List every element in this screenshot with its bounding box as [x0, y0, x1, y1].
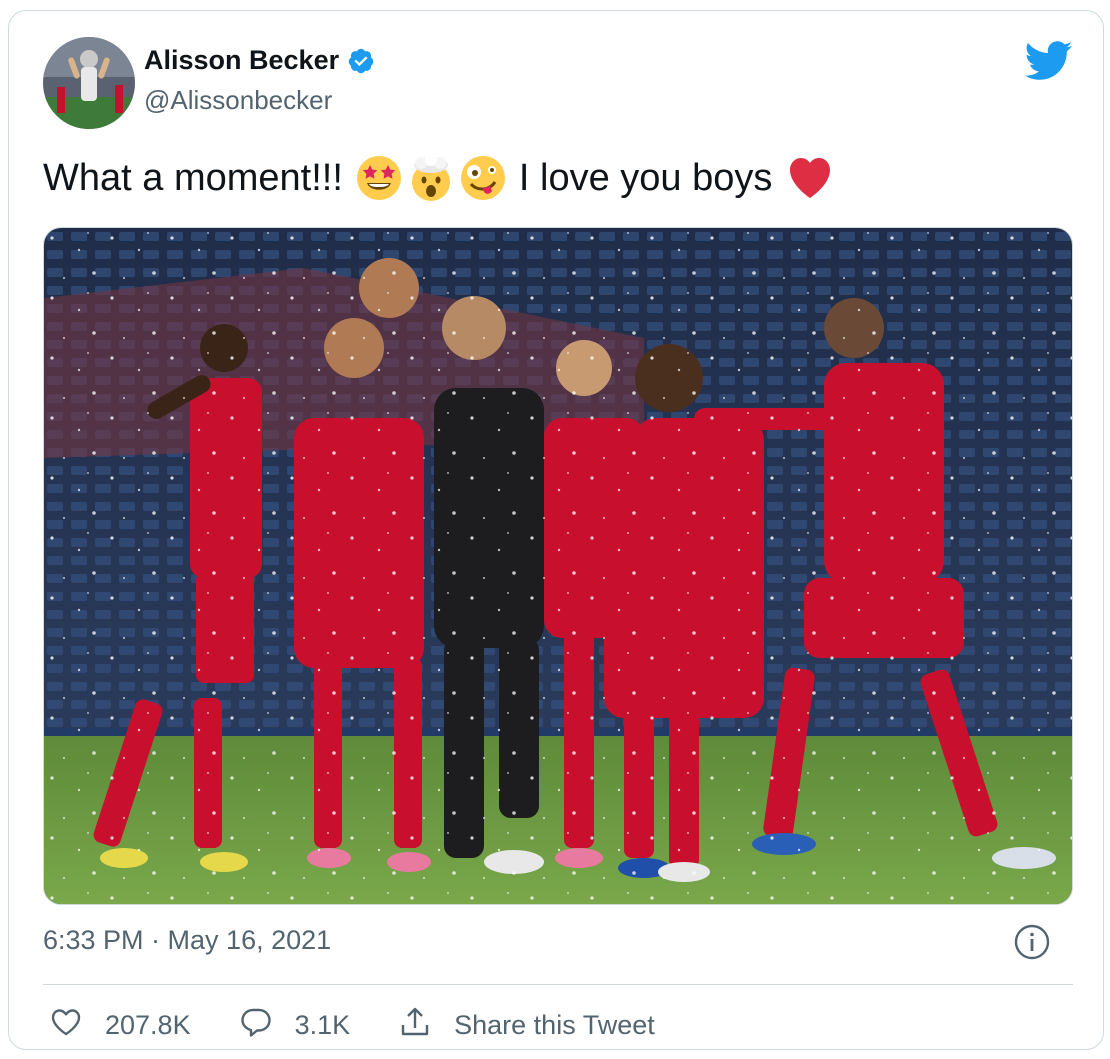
like-count: 207.8K: [105, 1009, 191, 1040]
zany-face-emoji-icon: [459, 154, 507, 202]
tweet-text-main: What a moment!!!: [43, 157, 343, 199]
tweet-text: What a moment!!! I love you boys: [43, 153, 836, 203]
divider: [43, 984, 1073, 985]
reply-bubble-icon: [239, 1005, 273, 1046]
tweet-text-love: I love you boys: [518, 157, 773, 199]
red-heart-emoji-icon: [786, 154, 834, 202]
user-handle[interactable]: @Alissonbecker: [144, 85, 332, 116]
tweet-photo[interactable]: [43, 227, 1073, 905]
twitter-bird-icon[interactable]: [1024, 41, 1073, 81]
tweet-timestamp[interactable]: 6:33 PM · May 16, 2021: [43, 925, 331, 956]
avatar[interactable]: [43, 37, 135, 129]
share-upload-icon: [398, 1005, 432, 1046]
tweet-card: Alisson Becker @Alissonbecker What a mom…: [8, 10, 1104, 1050]
display-name[interactable]: Alisson Becker: [144, 45, 339, 76]
reply-button[interactable]: 3.1K: [239, 1005, 351, 1046]
reply-count: 3.1K: [294, 1009, 351, 1040]
tweet-actions: 207.8K 3.1K Share this Tweet: [49, 1005, 703, 1045]
heart-icon: [49, 1005, 83, 1046]
star-struck-emoji-icon: [355, 154, 403, 202]
share-button[interactable]: Share this Tweet: [398, 1005, 655, 1046]
verified-badge-icon: [347, 47, 375, 75]
exploding-head-emoji-icon: [407, 154, 455, 202]
like-button[interactable]: 207.8K: [49, 1005, 191, 1046]
share-label: Share this Tweet: [454, 1009, 655, 1040]
info-icon[interactable]: [1013, 923, 1051, 961]
